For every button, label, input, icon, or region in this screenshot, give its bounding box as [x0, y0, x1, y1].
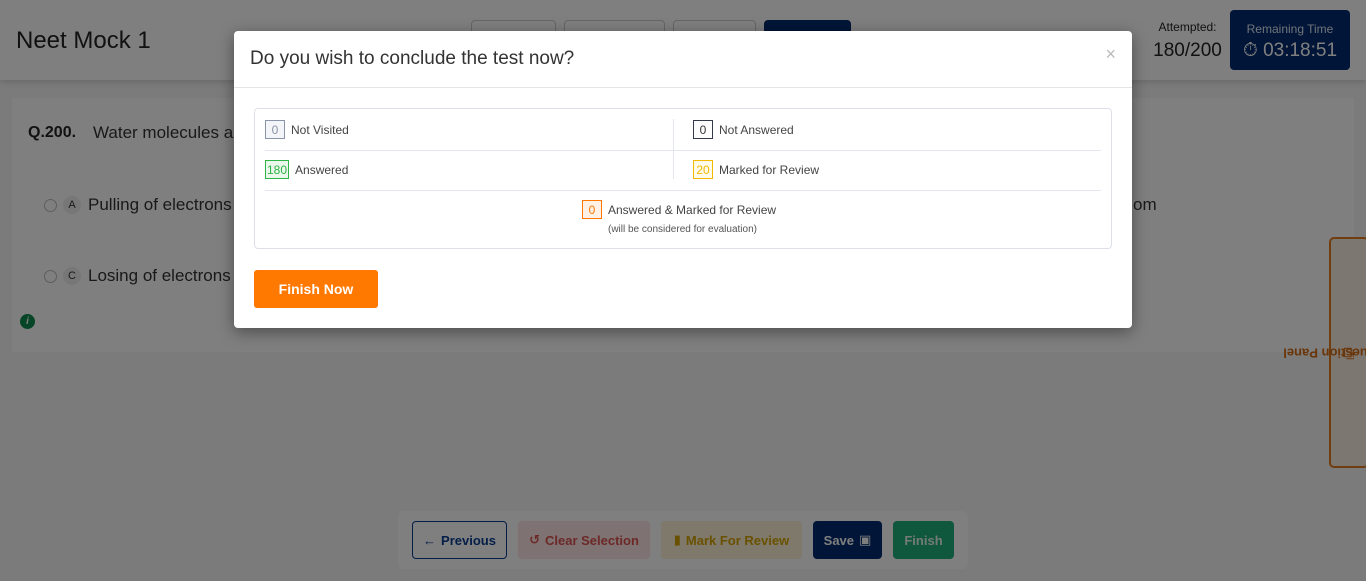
stat-label: Answered & Marked for Review	[608, 202, 777, 217]
stat-not-answered: 0 Not Answered	[693, 120, 794, 139]
stat-label: Answered	[295, 162, 349, 177]
divider	[234, 87, 1132, 88]
divider	[265, 190, 1101, 191]
stat-marked-for-review: 20 Marked for Review	[693, 160, 819, 179]
stat-label: Marked for Review	[719, 162, 820, 177]
count-badge: 0	[693, 120, 713, 139]
close-icon[interactable]: ×	[1105, 44, 1116, 65]
divider	[265, 150, 1101, 151]
stat-not-visited: 0 Not Visited	[265, 120, 349, 139]
count-badge: 180	[265, 160, 290, 179]
stat-answered: 180 Answered	[265, 160, 348, 179]
stat-label: Not Answered	[719, 122, 794, 137]
count-badge: 20	[693, 160, 713, 179]
modal-title: Do you wish to conclude the test now?	[250, 48, 575, 69]
finish-now-button[interactable]: Finish Now	[254, 270, 378, 308]
conclude-test-modal: Do you wish to conclude the test now? × …	[234, 31, 1132, 328]
count-badge: 0	[582, 200, 602, 219]
stat-label: Not Visited	[291, 122, 349, 137]
divider	[673, 119, 674, 179]
count-badge: 0	[265, 120, 285, 139]
evaluation-note: (will be considered for evaluation)	[608, 224, 757, 235]
summary-box: 0 Not Visited 0 Not Answered 180 Answered 2…	[254, 108, 1112, 249]
stat-answered-marked: 0 Answered & Marked for Review	[582, 200, 776, 219]
